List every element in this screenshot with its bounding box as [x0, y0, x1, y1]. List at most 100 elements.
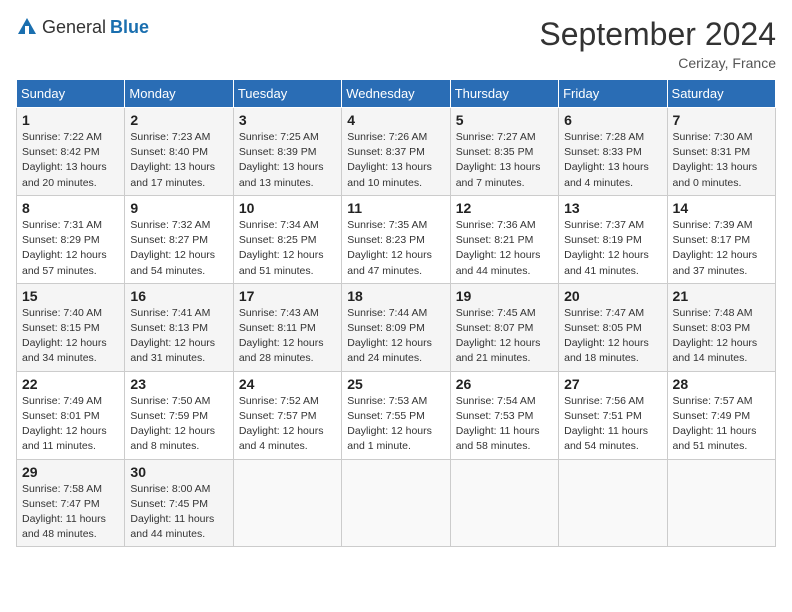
day-number: 28 [673, 376, 770, 392]
day-number: 30 [130, 464, 227, 480]
day-number: 11 [347, 200, 444, 216]
day-number: 5 [456, 112, 553, 128]
table-row: 22 Sunrise: 7:49 AMSunset: 8:01 PMDaylig… [17, 371, 125, 459]
day-info: Sunrise: 7:22 AMSunset: 8:42 PMDaylight:… [22, 131, 107, 189]
day-number: 20 [564, 288, 661, 304]
day-number: 26 [456, 376, 553, 392]
day-info: Sunrise: 7:44 AMSunset: 8:09 PMDaylight:… [347, 307, 432, 365]
logo-icon [16, 16, 38, 38]
table-row [342, 459, 450, 547]
header-wednesday: Wednesday [342, 80, 450, 108]
calendar-week-row: 8 Sunrise: 7:31 AMSunset: 8:29 PMDayligh… [17, 195, 776, 283]
day-number: 19 [456, 288, 553, 304]
day-info: Sunrise: 7:25 AMSunset: 8:39 PMDaylight:… [239, 131, 324, 189]
day-info: Sunrise: 7:28 AMSunset: 8:33 PMDaylight:… [564, 131, 649, 189]
logo-blue: Blue [110, 17, 149, 38]
day-info: Sunrise: 7:39 AMSunset: 8:17 PMDaylight:… [673, 219, 758, 277]
day-info: Sunrise: 7:23 AMSunset: 8:40 PMDaylight:… [130, 131, 215, 189]
day-info: Sunrise: 7:30 AMSunset: 8:31 PMDaylight:… [673, 131, 758, 189]
header-friday: Friday [559, 80, 667, 108]
day-info: Sunrise: 7:45 AMSunset: 8:07 PMDaylight:… [456, 307, 541, 365]
table-row: 11 Sunrise: 7:35 AMSunset: 8:23 PMDaylig… [342, 195, 450, 283]
logo: GeneralBlue [16, 16, 149, 38]
location: Cerizay, France [539, 55, 776, 71]
table-row: 1 Sunrise: 7:22 AMSunset: 8:42 PMDayligh… [17, 108, 125, 196]
day-number: 12 [456, 200, 553, 216]
day-info: Sunrise: 7:57 AMSunset: 7:49 PMDaylight:… [673, 395, 757, 453]
day-number: 16 [130, 288, 227, 304]
day-info: Sunrise: 7:41 AMSunset: 8:13 PMDaylight:… [130, 307, 215, 365]
table-row: 17 Sunrise: 7:43 AMSunset: 8:11 PMDaylig… [233, 283, 341, 371]
calendar-week-row: 22 Sunrise: 7:49 AMSunset: 8:01 PMDaylig… [17, 371, 776, 459]
day-number: 15 [22, 288, 119, 304]
table-row: 27 Sunrise: 7:56 AMSunset: 7:51 PMDaylig… [559, 371, 667, 459]
day-info: Sunrise: 7:36 AMSunset: 8:21 PMDaylight:… [456, 219, 541, 277]
days-header-row: Sunday Monday Tuesday Wednesday Thursday… [17, 80, 776, 108]
day-number: 22 [22, 376, 119, 392]
day-number: 24 [239, 376, 336, 392]
day-number: 4 [347, 112, 444, 128]
day-number: 6 [564, 112, 661, 128]
day-info: Sunrise: 7:54 AMSunset: 7:53 PMDaylight:… [456, 395, 540, 453]
day-info: Sunrise: 7:47 AMSunset: 8:05 PMDaylight:… [564, 307, 649, 365]
day-info: Sunrise: 7:53 AMSunset: 7:55 PMDaylight:… [347, 395, 432, 453]
table-row: 9 Sunrise: 7:32 AMSunset: 8:27 PMDayligh… [125, 195, 233, 283]
calendar-week-row: 29 Sunrise: 7:58 AMSunset: 7:47 PMDaylig… [17, 459, 776, 547]
header-sunday: Sunday [17, 80, 125, 108]
day-info: Sunrise: 7:27 AMSunset: 8:35 PMDaylight:… [456, 131, 541, 189]
day-number: 14 [673, 200, 770, 216]
day-number: 1 [22, 112, 119, 128]
table-row: 15 Sunrise: 7:40 AMSunset: 8:15 PMDaylig… [17, 283, 125, 371]
table-row: 16 Sunrise: 7:41 AMSunset: 8:13 PMDaylig… [125, 283, 233, 371]
day-info: Sunrise: 7:26 AMSunset: 8:37 PMDaylight:… [347, 131, 432, 189]
day-number: 25 [347, 376, 444, 392]
table-row: 26 Sunrise: 7:54 AMSunset: 7:53 PMDaylig… [450, 371, 558, 459]
day-info: Sunrise: 7:37 AMSunset: 8:19 PMDaylight:… [564, 219, 649, 277]
day-info: Sunrise: 7:31 AMSunset: 8:29 PMDaylight:… [22, 219, 107, 277]
day-info: Sunrise: 7:34 AMSunset: 8:25 PMDaylight:… [239, 219, 324, 277]
table-row: 8 Sunrise: 7:31 AMSunset: 8:29 PMDayligh… [17, 195, 125, 283]
title-block: September 2024 Cerizay, France [539, 16, 776, 71]
day-info: Sunrise: 8:00 AMSunset: 7:45 PMDaylight:… [130, 483, 214, 541]
day-info: Sunrise: 7:52 AMSunset: 7:57 PMDaylight:… [239, 395, 324, 453]
day-number: 7 [673, 112, 770, 128]
table-row: 13 Sunrise: 7:37 AMSunset: 8:19 PMDaylig… [559, 195, 667, 283]
table-row: 14 Sunrise: 7:39 AMSunset: 8:17 PMDaylig… [667, 195, 775, 283]
day-number: 10 [239, 200, 336, 216]
day-number: 2 [130, 112, 227, 128]
table-row: 18 Sunrise: 7:44 AMSunset: 8:09 PMDaylig… [342, 283, 450, 371]
calendar-week-row: 1 Sunrise: 7:22 AMSunset: 8:42 PMDayligh… [17, 108, 776, 196]
table-row: 23 Sunrise: 7:50 AMSunset: 7:59 PMDaylig… [125, 371, 233, 459]
month-title: September 2024 [539, 16, 776, 53]
table-row [667, 459, 775, 547]
table-row: 5 Sunrise: 7:27 AMSunset: 8:35 PMDayligh… [450, 108, 558, 196]
day-info: Sunrise: 7:40 AMSunset: 8:15 PMDaylight:… [22, 307, 107, 365]
table-row: 25 Sunrise: 7:53 AMSunset: 7:55 PMDaylig… [342, 371, 450, 459]
day-info: Sunrise: 7:58 AMSunset: 7:47 PMDaylight:… [22, 483, 106, 541]
calendar-week-row: 15 Sunrise: 7:40 AMSunset: 8:15 PMDaylig… [17, 283, 776, 371]
table-row: 28 Sunrise: 7:57 AMSunset: 7:49 PMDaylig… [667, 371, 775, 459]
table-row: 19 Sunrise: 7:45 AMSunset: 8:07 PMDaylig… [450, 283, 558, 371]
day-number: 3 [239, 112, 336, 128]
table-row [450, 459, 558, 547]
header-saturday: Saturday [667, 80, 775, 108]
table-row: 12 Sunrise: 7:36 AMSunset: 8:21 PMDaylig… [450, 195, 558, 283]
day-info: Sunrise: 7:49 AMSunset: 8:01 PMDaylight:… [22, 395, 107, 453]
table-row: 24 Sunrise: 7:52 AMSunset: 7:57 PMDaylig… [233, 371, 341, 459]
day-number: 21 [673, 288, 770, 304]
day-number: 18 [347, 288, 444, 304]
day-number: 8 [22, 200, 119, 216]
table-row: 6 Sunrise: 7:28 AMSunset: 8:33 PMDayligh… [559, 108, 667, 196]
table-row [559, 459, 667, 547]
day-number: 17 [239, 288, 336, 304]
table-row: 20 Sunrise: 7:47 AMSunset: 8:05 PMDaylig… [559, 283, 667, 371]
day-number: 23 [130, 376, 227, 392]
day-info: Sunrise: 7:50 AMSunset: 7:59 PMDaylight:… [130, 395, 215, 453]
table-row: 4 Sunrise: 7:26 AMSunset: 8:37 PMDayligh… [342, 108, 450, 196]
table-row: 21 Sunrise: 7:48 AMSunset: 8:03 PMDaylig… [667, 283, 775, 371]
logo-general: General [42, 17, 106, 38]
header-tuesday: Tuesday [233, 80, 341, 108]
table-row: 10 Sunrise: 7:34 AMSunset: 8:25 PMDaylig… [233, 195, 341, 283]
page-header: GeneralBlue September 2024 Cerizay, Fran… [16, 16, 776, 71]
table-row: 30 Sunrise: 8:00 AMSunset: 7:45 PMDaylig… [125, 459, 233, 547]
